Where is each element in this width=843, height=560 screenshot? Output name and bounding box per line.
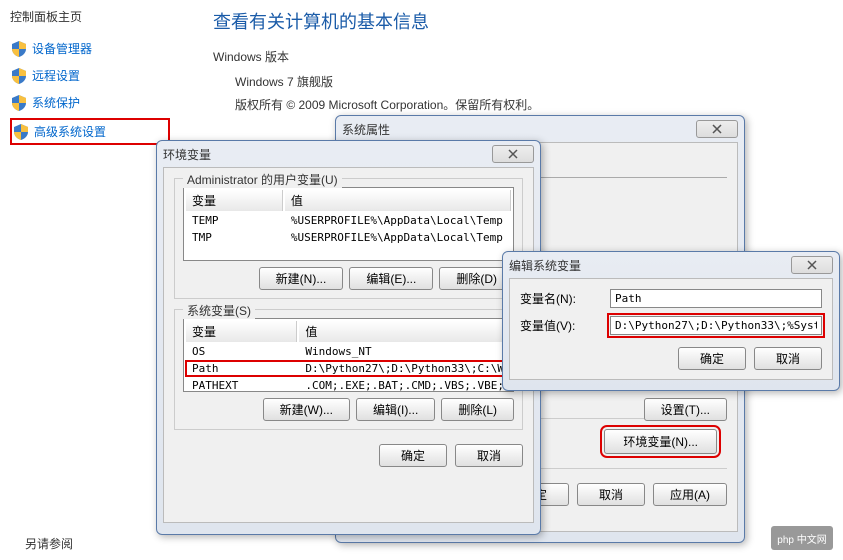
edit-button[interactable]: 编辑(I)... (356, 398, 435, 421)
sidebar-item-device-manager[interactable]: 设备管理器 (10, 37, 170, 60)
variable-value-row: 变量值(V): (520, 316, 822, 335)
environment-variables-dialog: 环境变量 Administrator 的用户变量(U) 变量 值 TEMP %U… (156, 140, 541, 535)
shield-icon (12, 95, 26, 111)
table-row[interactable]: OS Windows_NT (186, 344, 514, 359)
cancel-button[interactable]: 取消 (577, 483, 645, 506)
watermark-logo: php 中文网 (771, 526, 833, 550)
copyright-text: 版权所有 © 2009 Microsoft Corporation。保留所有权利… (213, 96, 835, 113)
table-header: 变量 值 (186, 190, 511, 211)
shield-icon (12, 68, 26, 84)
user-var-buttons: 新建(N)... 编辑(E)... 删除(D) (183, 267, 514, 290)
apply-button[interactable]: 应用(A) (653, 483, 727, 506)
dialog-buttons: 确定 取消 (520, 343, 822, 374)
dialog-titlebar: 编辑系统变量 (503, 252, 839, 278)
system-variables-group: 系统变量(S) 变量 值 OS Windows_NT Path D:\Pytho… (174, 309, 523, 430)
col-name: 变量 (186, 321, 297, 342)
table-row[interactable]: TMP %USERPROFILE%\AppData\Local\Temp (186, 230, 511, 245)
dialog-titlebar: 系统属性 (336, 116, 744, 142)
group-label: Administrator 的用户变量(U) (183, 171, 342, 188)
sidebar-link[interactable]: 设备管理器 (32, 40, 92, 57)
dialog-body: 变量名(N): 变量值(V): 确定 取消 (509, 278, 833, 380)
close-icon (508, 149, 518, 159)
environment-variables-button[interactable]: 环境变量(N)... (604, 429, 717, 454)
sys-vars-table[interactable]: 变量 值 OS Windows_NT Path D:\Python27\;D:\… (183, 318, 514, 392)
page-title: 查看有关计算机的基本信息 (213, 8, 835, 34)
sidebar-footer: 另请参阅 (25, 535, 73, 552)
dialog-title: 编辑系统变量 (509, 257, 791, 274)
table-row[interactable]: TEMP %USERPROFILE%\AppData\Local\Temp (186, 213, 511, 228)
dialog-body: Administrator 的用户变量(U) 变量 值 TEMP %USERPR… (163, 167, 534, 523)
edit-button[interactable]: 编辑(E)... (349, 267, 433, 290)
cancel-button[interactable]: 取消 (455, 444, 523, 467)
group-label: 系统变量(S) (183, 302, 255, 319)
section-label: Windows 版本 (213, 48, 835, 65)
table-row[interactable]: PATHEXT .COM;.EXE;.BAT;.CMD;.VBS;.VBE;..… (186, 378, 514, 392)
close-icon (807, 260, 817, 270)
dialog-title: 系统属性 (342, 121, 696, 138)
user-vars-table[interactable]: 变量 值 TEMP %USERPROFILE%\AppData\Local\Te… (183, 187, 514, 261)
close-icon (712, 124, 722, 134)
edit-system-variable-dialog: 编辑系统变量 变量名(N): 变量值(V): 确定 取消 (502, 251, 840, 391)
dialog-title: 环境变量 (163, 146, 492, 163)
sidebar-title: 控制面板主页 (10, 8, 170, 25)
table-header: 变量 值 (186, 321, 514, 342)
delete-button[interactable]: 删除(L) (441, 398, 514, 421)
new-button[interactable]: 新建(N)... (259, 267, 344, 290)
sidebar-item-advanced-settings[interactable]: 高级系统设置 (10, 118, 170, 145)
dialog-buttons: 确定 取消 (174, 440, 523, 471)
variable-value-input[interactable] (610, 316, 822, 335)
new-button[interactable]: 新建(W)... (263, 398, 350, 421)
field-label: 变量值(V): (520, 317, 610, 334)
sidebar-item-system-protection[interactable]: 系统保护 (10, 91, 170, 114)
shield-icon (12, 41, 26, 57)
close-button[interactable] (791, 256, 833, 274)
col-name: 变量 (186, 190, 283, 211)
sidebar-link[interactable]: 远程设置 (32, 67, 80, 84)
settings-button[interactable]: 设置(T)... (644, 398, 727, 421)
sidebar-link[interactable]: 系统保护 (32, 94, 80, 111)
sys-var-buttons: 新建(W)... 编辑(I)... 删除(L) (183, 398, 514, 421)
col-value: 值 (285, 190, 511, 211)
main-content: 查看有关计算机的基本信息 Windows 版本 Windows 7 旗舰版 版权… (205, 0, 843, 127)
dialog-titlebar: 环境变量 (157, 141, 540, 167)
sidebar-item-remote-settings[interactable]: 远程设置 (10, 64, 170, 87)
windows-version: Windows 7 旗舰版 (213, 73, 835, 90)
sidebar-link[interactable]: 高级系统设置 (34, 123, 106, 140)
cancel-button[interactable]: 取消 (754, 347, 822, 370)
field-label: 变量名(N): (520, 290, 610, 307)
table-row-path[interactable]: Path D:\Python27\;D:\Python33\;C:\Wi... (186, 361, 514, 376)
col-value: 值 (299, 321, 514, 342)
close-button[interactable] (492, 145, 534, 163)
close-button[interactable] (696, 120, 738, 138)
shield-icon (14, 124, 28, 140)
user-variables-group: Administrator 的用户变量(U) 变量 值 TEMP %USERPR… (174, 178, 523, 299)
variable-name-row: 变量名(N): (520, 289, 822, 308)
variable-name-input[interactable] (610, 289, 822, 308)
control-panel-sidebar: 控制面板主页 设备管理器 远程设置 系统保护 高级系统设置 (0, 0, 180, 157)
ok-button[interactable]: 确定 (379, 444, 447, 467)
ok-button[interactable]: 确定 (678, 347, 746, 370)
